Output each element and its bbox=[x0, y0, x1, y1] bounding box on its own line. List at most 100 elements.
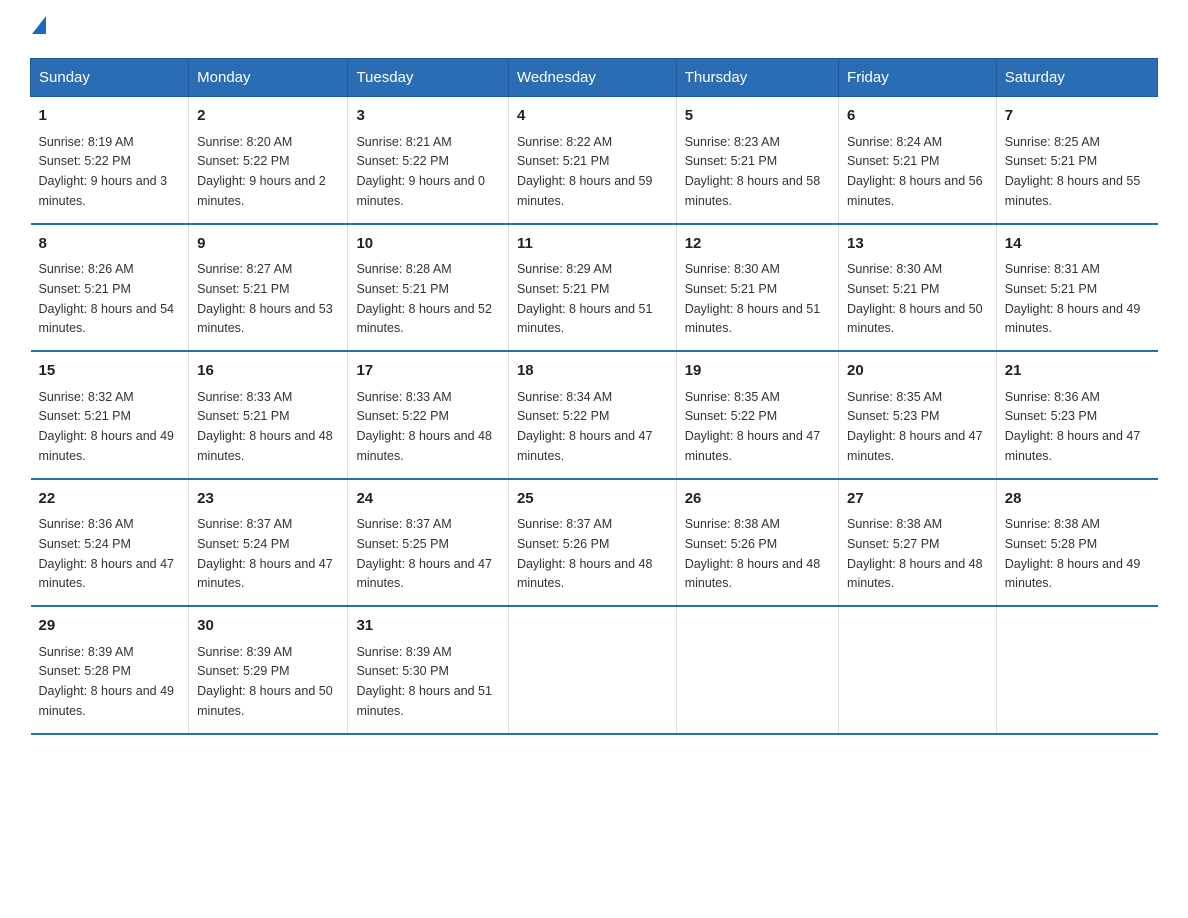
day-number: 23 bbox=[197, 488, 339, 511]
calendar-cell: 19 Sunrise: 8:35 AMSunset: 5:22 PMDaylig… bbox=[676, 351, 838, 479]
header-cell-tuesday: Tuesday bbox=[348, 59, 509, 97]
calendar-cell: 18 Sunrise: 8:34 AMSunset: 5:22 PMDaylig… bbox=[508, 351, 676, 479]
calendar-cell: 17 Sunrise: 8:33 AMSunset: 5:22 PMDaylig… bbox=[348, 351, 509, 479]
calendar-cell bbox=[839, 606, 997, 734]
week-row-5: 29 Sunrise: 8:39 AMSunset: 5:28 PMDaylig… bbox=[31, 606, 1158, 734]
calendar-cell: 5 Sunrise: 8:23 AMSunset: 5:21 PMDayligh… bbox=[676, 97, 838, 224]
day-info: Sunrise: 8:29 AMSunset: 5:21 PMDaylight:… bbox=[517, 262, 653, 335]
day-info: Sunrise: 8:19 AMSunset: 5:22 PMDaylight:… bbox=[39, 135, 168, 208]
calendar-header: SundayMondayTuesdayWednesdayThursdayFrid… bbox=[31, 59, 1158, 97]
calendar-cell: 21 Sunrise: 8:36 AMSunset: 5:23 PMDaylig… bbox=[996, 351, 1157, 479]
header-cell-saturday: Saturday bbox=[996, 59, 1157, 97]
day-info: Sunrise: 8:32 AMSunset: 5:21 PMDaylight:… bbox=[39, 390, 175, 463]
day-number: 7 bbox=[1005, 105, 1150, 128]
calendar-cell: 30 Sunrise: 8:39 AMSunset: 5:29 PMDaylig… bbox=[189, 606, 348, 734]
calendar-cell: 24 Sunrise: 8:37 AMSunset: 5:25 PMDaylig… bbox=[348, 479, 509, 607]
logo bbox=[30, 20, 46, 38]
header-row: SundayMondayTuesdayWednesdayThursdayFrid… bbox=[31, 59, 1158, 97]
day-number: 27 bbox=[847, 488, 988, 511]
day-info: Sunrise: 8:38 AMSunset: 5:26 PMDaylight:… bbox=[685, 517, 821, 590]
calendar-table: SundayMondayTuesdayWednesdayThursdayFrid… bbox=[30, 58, 1158, 735]
calendar-cell: 28 Sunrise: 8:38 AMSunset: 5:28 PMDaylig… bbox=[996, 479, 1157, 607]
calendar-cell: 10 Sunrise: 8:28 AMSunset: 5:21 PMDaylig… bbox=[348, 224, 509, 352]
day-number: 31 bbox=[356, 615, 500, 638]
day-number: 14 bbox=[1005, 233, 1150, 256]
calendar-body: 1 Sunrise: 8:19 AMSunset: 5:22 PMDayligh… bbox=[31, 97, 1158, 734]
logo-triangle-icon bbox=[32, 16, 46, 34]
day-info: Sunrise: 8:33 AMSunset: 5:21 PMDaylight:… bbox=[197, 390, 333, 463]
calendar-cell bbox=[508, 606, 676, 734]
day-info: Sunrise: 8:21 AMSunset: 5:22 PMDaylight:… bbox=[356, 135, 485, 208]
day-number: 28 bbox=[1005, 488, 1150, 511]
day-number: 25 bbox=[517, 488, 668, 511]
week-row-1: 1 Sunrise: 8:19 AMSunset: 5:22 PMDayligh… bbox=[31, 97, 1158, 224]
header bbox=[30, 20, 1158, 38]
day-number: 1 bbox=[39, 105, 181, 128]
header-cell-wednesday: Wednesday bbox=[508, 59, 676, 97]
calendar-cell: 3 Sunrise: 8:21 AMSunset: 5:22 PMDayligh… bbox=[348, 97, 509, 224]
day-info: Sunrise: 8:31 AMSunset: 5:21 PMDaylight:… bbox=[1005, 262, 1141, 335]
day-info: Sunrise: 8:22 AMSunset: 5:21 PMDaylight:… bbox=[517, 135, 653, 208]
day-info: Sunrise: 8:30 AMSunset: 5:21 PMDaylight:… bbox=[847, 262, 983, 335]
day-info: Sunrise: 8:39 AMSunset: 5:30 PMDaylight:… bbox=[356, 645, 492, 718]
calendar-cell: 7 Sunrise: 8:25 AMSunset: 5:21 PMDayligh… bbox=[996, 97, 1157, 224]
header-cell-monday: Monday bbox=[189, 59, 348, 97]
day-number: 22 bbox=[39, 488, 181, 511]
day-number: 24 bbox=[356, 488, 500, 511]
calendar-cell bbox=[996, 606, 1157, 734]
day-number: 15 bbox=[39, 360, 181, 383]
day-number: 26 bbox=[685, 488, 830, 511]
day-number: 17 bbox=[356, 360, 500, 383]
day-number: 5 bbox=[685, 105, 830, 128]
day-info: Sunrise: 8:33 AMSunset: 5:22 PMDaylight:… bbox=[356, 390, 492, 463]
day-number: 30 bbox=[197, 615, 339, 638]
day-info: Sunrise: 8:36 AMSunset: 5:23 PMDaylight:… bbox=[1005, 390, 1141, 463]
day-number: 2 bbox=[197, 105, 339, 128]
day-info: Sunrise: 8:36 AMSunset: 5:24 PMDaylight:… bbox=[39, 517, 175, 590]
day-number: 4 bbox=[517, 105, 668, 128]
day-info: Sunrise: 8:28 AMSunset: 5:21 PMDaylight:… bbox=[356, 262, 492, 335]
calendar-cell: 6 Sunrise: 8:24 AMSunset: 5:21 PMDayligh… bbox=[839, 97, 997, 224]
calendar-cell: 12 Sunrise: 8:30 AMSunset: 5:21 PMDaylig… bbox=[676, 224, 838, 352]
day-info: Sunrise: 8:30 AMSunset: 5:21 PMDaylight:… bbox=[685, 262, 821, 335]
calendar-cell: 20 Sunrise: 8:35 AMSunset: 5:23 PMDaylig… bbox=[839, 351, 997, 479]
calendar-cell: 23 Sunrise: 8:37 AMSunset: 5:24 PMDaylig… bbox=[189, 479, 348, 607]
day-number: 18 bbox=[517, 360, 668, 383]
day-info: Sunrise: 8:35 AMSunset: 5:23 PMDaylight:… bbox=[847, 390, 983, 463]
day-info: Sunrise: 8:20 AMSunset: 5:22 PMDaylight:… bbox=[197, 135, 326, 208]
calendar-cell: 2 Sunrise: 8:20 AMSunset: 5:22 PMDayligh… bbox=[189, 97, 348, 224]
week-row-3: 15 Sunrise: 8:32 AMSunset: 5:21 PMDaylig… bbox=[31, 351, 1158, 479]
day-info: Sunrise: 8:37 AMSunset: 5:26 PMDaylight:… bbox=[517, 517, 653, 590]
day-info: Sunrise: 8:39 AMSunset: 5:28 PMDaylight:… bbox=[39, 645, 175, 718]
day-number: 6 bbox=[847, 105, 988, 128]
calendar-cell: 14 Sunrise: 8:31 AMSunset: 5:21 PMDaylig… bbox=[996, 224, 1157, 352]
week-row-2: 8 Sunrise: 8:26 AMSunset: 5:21 PMDayligh… bbox=[31, 224, 1158, 352]
day-number: 8 bbox=[39, 233, 181, 256]
day-info: Sunrise: 8:23 AMSunset: 5:21 PMDaylight:… bbox=[685, 135, 821, 208]
header-cell-thursday: Thursday bbox=[676, 59, 838, 97]
calendar-cell: 31 Sunrise: 8:39 AMSunset: 5:30 PMDaylig… bbox=[348, 606, 509, 734]
day-number: 11 bbox=[517, 233, 668, 256]
day-number: 20 bbox=[847, 360, 988, 383]
calendar-cell: 1 Sunrise: 8:19 AMSunset: 5:22 PMDayligh… bbox=[31, 97, 189, 224]
calendar-cell: 25 Sunrise: 8:37 AMSunset: 5:26 PMDaylig… bbox=[508, 479, 676, 607]
day-info: Sunrise: 8:26 AMSunset: 5:21 PMDaylight:… bbox=[39, 262, 175, 335]
calendar-cell: 27 Sunrise: 8:38 AMSunset: 5:27 PMDaylig… bbox=[839, 479, 997, 607]
calendar-cell: 9 Sunrise: 8:27 AMSunset: 5:21 PMDayligh… bbox=[189, 224, 348, 352]
day-number: 9 bbox=[197, 233, 339, 256]
calendar-cell: 16 Sunrise: 8:33 AMSunset: 5:21 PMDaylig… bbox=[189, 351, 348, 479]
calendar-cell: 13 Sunrise: 8:30 AMSunset: 5:21 PMDaylig… bbox=[839, 224, 997, 352]
calendar-cell: 29 Sunrise: 8:39 AMSunset: 5:28 PMDaylig… bbox=[31, 606, 189, 734]
day-number: 10 bbox=[356, 233, 500, 256]
day-number: 21 bbox=[1005, 360, 1150, 383]
calendar-cell bbox=[676, 606, 838, 734]
day-number: 3 bbox=[356, 105, 500, 128]
calendar-cell: 26 Sunrise: 8:38 AMSunset: 5:26 PMDaylig… bbox=[676, 479, 838, 607]
day-info: Sunrise: 8:35 AMSunset: 5:22 PMDaylight:… bbox=[685, 390, 821, 463]
header-cell-sunday: Sunday bbox=[31, 59, 189, 97]
day-number: 16 bbox=[197, 360, 339, 383]
day-info: Sunrise: 8:38 AMSunset: 5:27 PMDaylight:… bbox=[847, 517, 983, 590]
calendar-cell: 11 Sunrise: 8:29 AMSunset: 5:21 PMDaylig… bbox=[508, 224, 676, 352]
day-info: Sunrise: 8:25 AMSunset: 5:21 PMDaylight:… bbox=[1005, 135, 1141, 208]
day-info: Sunrise: 8:27 AMSunset: 5:21 PMDaylight:… bbox=[197, 262, 333, 335]
